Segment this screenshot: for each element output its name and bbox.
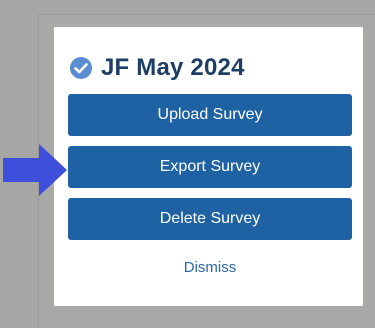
arrow-right-icon	[3, 144, 67, 196]
delete-survey-button[interactable]: Delete Survey	[68, 198, 352, 240]
survey-actions-dialog: JF May 2024 Upload Survey Export Survey …	[54, 27, 363, 306]
export-survey-button[interactable]: Export Survey	[68, 146, 352, 188]
dismiss-link[interactable]: Dismiss	[68, 259, 352, 276]
dialog-header: JF May 2024	[69, 54, 245, 82]
upload-survey-button[interactable]: Upload Survey	[68, 94, 352, 136]
dialog-title: JF May 2024	[101, 54, 245, 81]
check-circle-icon	[69, 56, 93, 80]
